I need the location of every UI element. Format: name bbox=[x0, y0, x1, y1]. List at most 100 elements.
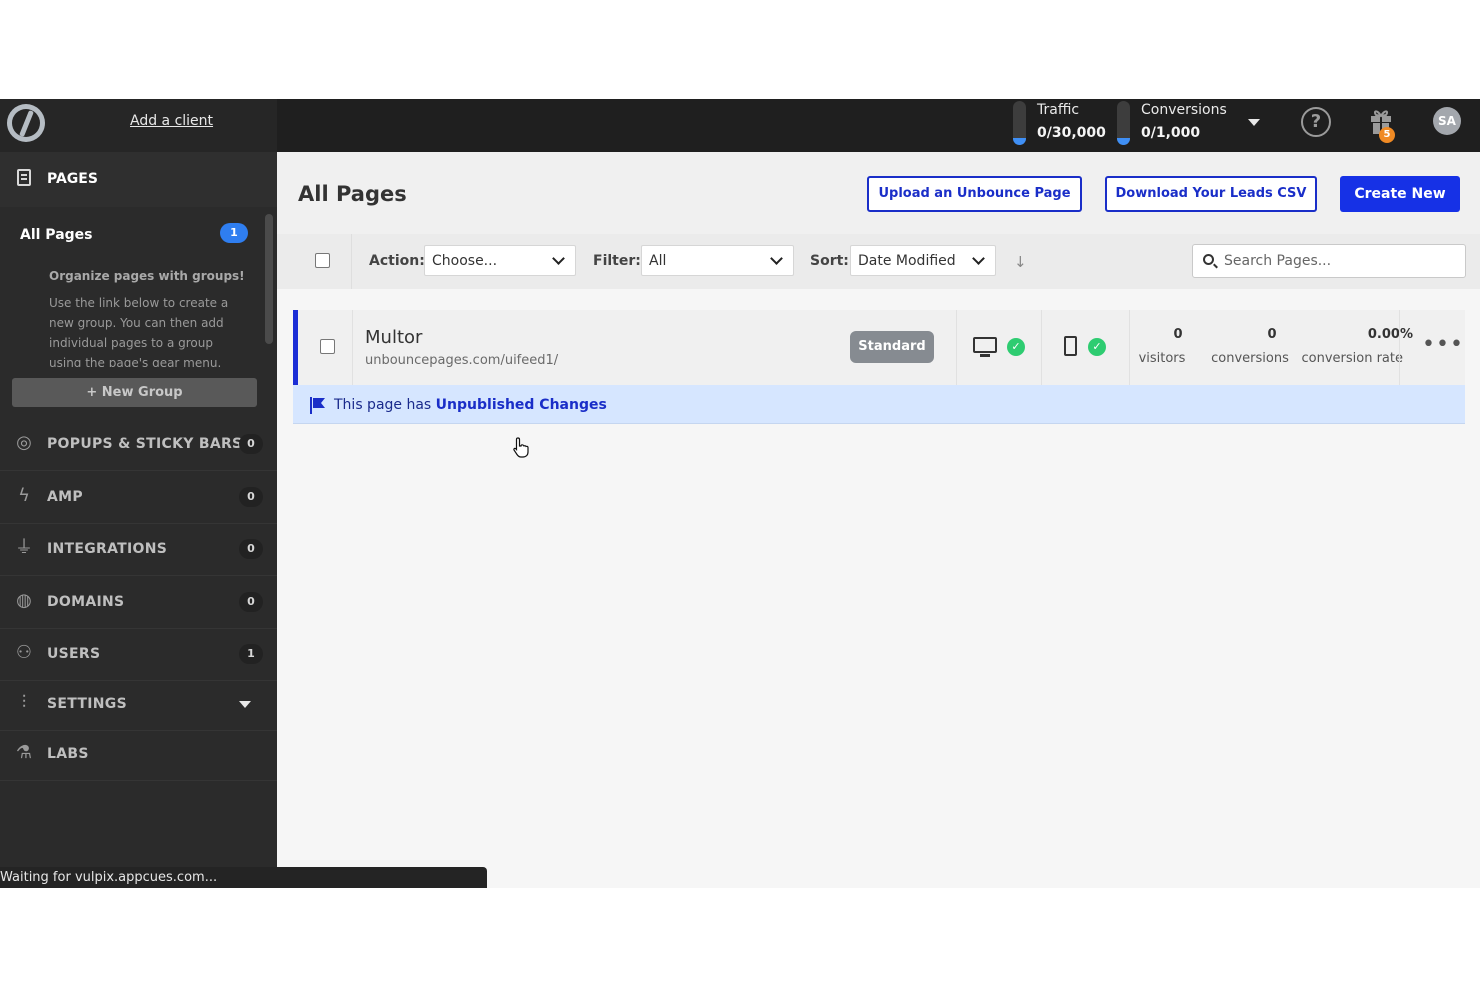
more-options-icon[interactable]: ••• bbox=[1422, 334, 1464, 356]
action-label: Action: bbox=[369, 253, 425, 269]
new-group-button[interactable]: + New Group bbox=[12, 378, 257, 407]
pages-toolbar: Action: Choose... Filter: All Sort: Date… bbox=[277, 234, 1480, 289]
upload-unbounce-page-button[interactable]: Upload an Unbounce Page bbox=[867, 176, 1082, 212]
chevron-down-icon bbox=[552, 252, 565, 265]
sidebar-pages-label: PAGES bbox=[47, 171, 98, 187]
gift-count-badge: 5 bbox=[1379, 127, 1395, 143]
sidebar-item-label: SETTINGS bbox=[47, 696, 127, 712]
divider bbox=[1041, 310, 1042, 385]
top-bar-left: Add a client bbox=[0, 99, 277, 152]
flag-icon bbox=[310, 397, 325, 414]
divider bbox=[1129, 310, 1130, 385]
sidebar-section-pages[interactable]: PAGES bbox=[0, 152, 277, 207]
page-header: All Pages Upload an Unbounce Page Downlo… bbox=[277, 152, 1480, 234]
top-bar: Add a client Traffic 0/30,000 Conversion… bbox=[0, 99, 1480, 152]
chevron-down-icon bbox=[972, 252, 985, 265]
sidebar-item-count: 0 bbox=[239, 434, 263, 454]
groups-tip-title: Organize pages with groups! bbox=[49, 269, 245, 283]
page-name-link[interactable]: Multor bbox=[365, 327, 422, 348]
flask-icon: ⚗ bbox=[15, 742, 33, 763]
conversions-meter bbox=[1117, 101, 1130, 145]
sort-select[interactable]: Date Modified bbox=[850, 245, 996, 276]
row-select-cell bbox=[298, 310, 353, 385]
sidebar-item-domains[interactable]: ◍ DOMAINS 0 bbox=[0, 577, 277, 629]
search-box[interactable] bbox=[1192, 244, 1466, 278]
globe-icon: ◍ bbox=[16, 590, 32, 611]
app-window: Add a client Traffic 0/30,000 Conversion… bbox=[0, 99, 1480, 888]
settings-chevron-down-icon[interactable] bbox=[239, 701, 251, 708]
mobile-icon bbox=[1064, 336, 1077, 356]
lightning-icon: ϟ bbox=[18, 485, 30, 506]
sidebar-item-label: LABS bbox=[47, 746, 89, 762]
sidebar-item-label: USERS bbox=[47, 646, 101, 662]
sidebar-item-label: POPUPS & STICKY BARS bbox=[47, 436, 243, 452]
conversions-label: Conversions bbox=[1141, 102, 1227, 118]
filter-select[interactable]: All bbox=[641, 245, 794, 276]
sidebar-item-integrations[interactable]: ⏚ INTEGRATIONS 0 bbox=[0, 524, 277, 576]
unbounce-logo-icon[interactable] bbox=[7, 104, 45, 142]
search-input[interactable] bbox=[1224, 251, 1454, 271]
sidebar-item-amp[interactable]: ϟ AMP 0 bbox=[0, 472, 277, 524]
sidebar-item-count: 0 bbox=[239, 487, 263, 507]
pages-icon bbox=[17, 169, 31, 186]
sidebar-item-labs[interactable]: ⚗ LABS bbox=[0, 729, 277, 781]
mobile-check-icon: ✓ bbox=[1088, 338, 1106, 356]
sidebar-item-label: DOMAINS bbox=[47, 594, 125, 610]
action-select-value: Choose... bbox=[432, 253, 498, 269]
unpublished-changes-banner: This page has Unpublished Changes bbox=[293, 385, 1465, 424]
main-content: All Pages Upload an Unbounce Page Downlo… bbox=[277, 152, 1480, 888]
all-pages-count-badge: 1 bbox=[220, 223, 248, 243]
all-pages-panel: All Pages 1 Organize pages with groups! … bbox=[0, 207, 263, 367]
chevron-down-icon bbox=[770, 252, 783, 265]
page-url[interactable]: unbouncepages.com/uifeed1/ bbox=[365, 353, 558, 368]
sliders-icon: ⫶ bbox=[21, 692, 27, 713]
desktop-check-icon: ✓ bbox=[1007, 338, 1025, 356]
unpublished-changes-link[interactable]: Unpublished Changes bbox=[436, 397, 607, 413]
conversions-meter-fill bbox=[1117, 138, 1130, 145]
divider bbox=[956, 310, 957, 385]
usage-dropdown-chevron-down-icon[interactable] bbox=[1248, 119, 1260, 126]
select-all-checkbox[interactable] bbox=[315, 253, 330, 268]
sidebar-item-users[interactable]: ⚇ USERS 1 bbox=[0, 629, 277, 681]
filter-label: Filter: bbox=[593, 253, 641, 269]
download-leads-csv-button[interactable]: Download Your Leads CSV bbox=[1105, 176, 1317, 212]
sidebar-scrollbar[interactable] bbox=[265, 214, 273, 344]
groups-tip-body: Use the link below to create a new group… bbox=[49, 296, 229, 367]
users-icon: ⚇ bbox=[15, 642, 33, 663]
select-all-cell bbox=[277, 234, 352, 289]
desktop-icon bbox=[973, 337, 997, 357]
banner-text: This page has Unpublished Changes bbox=[334, 397, 607, 413]
conversions-label: conversions bbox=[1211, 351, 1289, 366]
divider bbox=[1399, 310, 1400, 385]
sidebar: PAGES All Pages 1 Organize pages with gr… bbox=[0, 152, 277, 888]
sort-label: Sort: bbox=[810, 253, 849, 269]
help-icon[interactable]: ? bbox=[1301, 107, 1331, 137]
sidebar-item-count: 0 bbox=[239, 592, 263, 612]
sidebar-item-popups-sticky-bars[interactable]: ◎ POPUPS & STICKY BARS 0 bbox=[0, 419, 277, 471]
create-new-button[interactable]: Create New bbox=[1340, 176, 1460, 212]
sort-select-value: Date Modified bbox=[858, 253, 956, 269]
sidebar-item-label: INTEGRATIONS bbox=[47, 541, 168, 557]
sidebar-item-all-pages[interactable]: All Pages bbox=[20, 227, 93, 243]
traffic-value: 0/30,000 bbox=[1037, 125, 1106, 141]
sidebar-item-count: 0 bbox=[239, 539, 263, 559]
action-select[interactable]: Choose... bbox=[424, 245, 576, 276]
visitors-count: 0 bbox=[1173, 327, 1183, 342]
search-icon bbox=[1203, 254, 1214, 265]
sidebar-item-settings[interactable]: ⫶ SETTINGS bbox=[0, 679, 277, 731]
traffic-meter-fill bbox=[1013, 138, 1026, 145]
sidebar-item-count: 1 bbox=[239, 644, 263, 664]
conversions-value: 0/1,000 bbox=[1141, 125, 1201, 141]
sort-direction-arrow-icon[interactable]: ↓ bbox=[1014, 253, 1027, 271]
traffic-meter bbox=[1013, 101, 1026, 145]
target-icon: ◎ bbox=[16, 432, 32, 453]
row-checkbox[interactable] bbox=[320, 339, 335, 354]
add-client-link[interactable]: Add a client bbox=[130, 113, 213, 129]
conversions-count: 0 bbox=[1267, 327, 1277, 342]
table-row[interactable]: Multor unbouncepages.com/uifeed1/ Standa… bbox=[293, 310, 1465, 385]
plug-icon: ⏚ bbox=[15, 537, 33, 558]
user-avatar[interactable]: SA bbox=[1433, 107, 1461, 135]
page-title: All Pages bbox=[298, 182, 407, 206]
visitors-label: visitors bbox=[1138, 351, 1186, 366]
conversion-rate-value: 0.00% bbox=[1367, 327, 1413, 342]
